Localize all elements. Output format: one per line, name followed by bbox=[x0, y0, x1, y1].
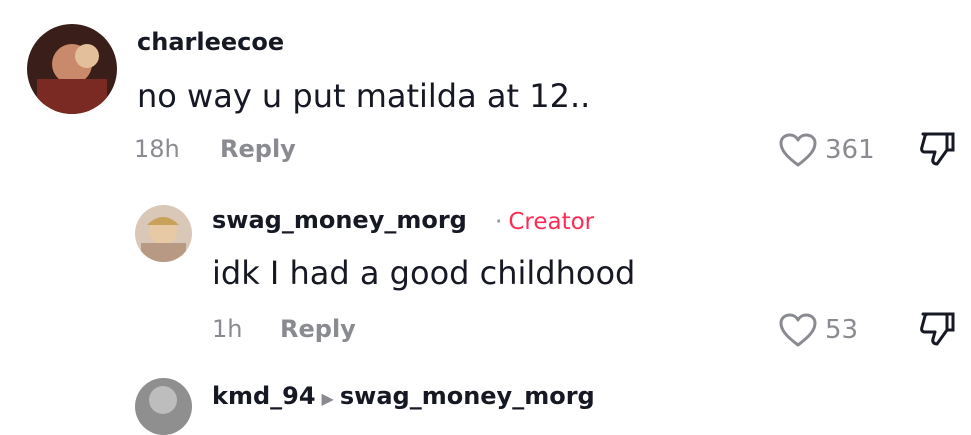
reply-button[interactable]: Reply bbox=[280, 315, 356, 343]
like-count: 361 bbox=[825, 135, 875, 165]
thumbs-down-icon bbox=[920, 132, 955, 166]
next-reply-header: kmd_94 ▶ swag_money_morg bbox=[212, 382, 595, 410]
like-count: 53 bbox=[825, 315, 859, 345]
like-button[interactable]: 361 bbox=[778, 132, 875, 168]
comment-timestamp: 18h bbox=[134, 135, 180, 163]
heart-outline-icon bbox=[779, 313, 817, 347]
avatar-charleecoe[interactable] bbox=[27, 24, 117, 114]
creator-badge-row: · Creator bbox=[495, 209, 594, 235]
comment-username[interactable]: charleecoe bbox=[137, 28, 284, 56]
reply-arrow-icon: ▶ bbox=[321, 389, 334, 408]
heart-outline-icon bbox=[779, 133, 817, 167]
reply-button[interactable]: Reply bbox=[220, 135, 296, 163]
dislike-button[interactable] bbox=[917, 308, 957, 348]
comment-text: no way u put matilda at 12.. bbox=[137, 77, 591, 115]
creator-badge: Creator bbox=[508, 209, 595, 235]
like-button[interactable]: 53 bbox=[778, 312, 858, 348]
next-reply-username[interactable]: kmd_94 bbox=[212, 382, 316, 410]
dislike-button[interactable] bbox=[917, 128, 957, 168]
avatar-swag-money-morg[interactable] bbox=[135, 205, 192, 262]
avatar-kmd-94[interactable] bbox=[135, 378, 192, 435]
separator-dot: · bbox=[495, 209, 503, 235]
reply-timestamp: 1h bbox=[212, 315, 243, 343]
next-reply-to[interactable]: swag_money_morg bbox=[340, 382, 595, 410]
reply-text: idk I had a good childhood bbox=[212, 254, 636, 292]
reply-username[interactable]: swag_money_morg bbox=[212, 206, 467, 234]
thumbs-down-icon bbox=[920, 312, 955, 346]
